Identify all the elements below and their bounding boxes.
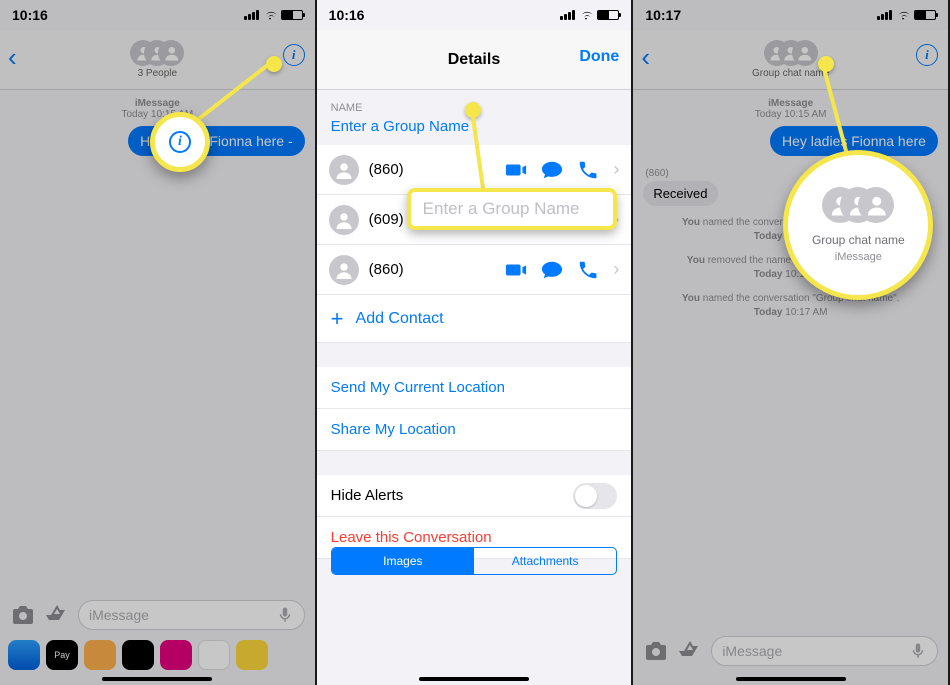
phone-icon[interactable] <box>577 259 599 281</box>
message-meta: iMessageToday 10:15 AM <box>633 98 948 120</box>
battery-icon <box>914 10 936 20</box>
callout-group-header: Group chat name iMessage <box>783 150 933 300</box>
home-indicator[interactable] <box>736 677 846 681</box>
avatar-icon <box>329 255 359 285</box>
chevron-right-icon: › <box>613 159 619 180</box>
contact-row[interactable]: (860) › <box>317 245 632 295</box>
tab-images[interactable]: Images <box>332 548 474 574</box>
video-call-icon[interactable] <box>505 159 527 181</box>
signal-icon <box>243 7 259 23</box>
chevron-right-icon: › <box>613 259 619 280</box>
video-call-icon[interactable] <box>505 259 527 281</box>
info-icon: i <box>169 131 191 153</box>
panel-messages-before: 10:16 ‹ 3 People i iMessageToday 10:15 A… <box>0 0 317 685</box>
apple-pay-icon[interactable]: Pay <box>46 640 78 670</box>
camera-button[interactable] <box>643 638 669 664</box>
avatar-icon <box>329 205 359 235</box>
wifi-icon <box>896 8 910 22</box>
message-input[interactable]: iMessage <box>711 636 938 666</box>
status-bar: 10:17 <box>633 0 948 30</box>
status-time: 10:17 <box>645 7 681 23</box>
input-bar: iMessage <box>633 631 948 671</box>
system-message: You named the conversation "Group chat n… <box>633 292 948 320</box>
received-message[interactable]: Received <box>643 181 717 206</box>
back-button[interactable]: ‹ <box>641 42 650 73</box>
memoji-icon[interactable] <box>84 640 116 670</box>
details-header: Details Done <box>317 30 632 90</box>
contact-number: (860) <box>369 261 496 278</box>
done-button[interactable]: Done <box>579 48 619 66</box>
segmented-control[interactable]: Images Attachments <box>331 547 618 575</box>
message-input[interactable]: iMessage <box>78 600 305 630</box>
hide-alerts-toggle[interactable] <box>573 483 617 509</box>
hide-alerts-row: Hide Alerts <box>317 475 632 517</box>
callout-info-icon: i <box>150 112 210 172</box>
group-label: 3 People <box>138 68 177 79</box>
share-location-button[interactable]: Share My Location <box>317 409 632 451</box>
chat-header: ‹ Group chat name i <box>633 30 948 90</box>
info-button[interactable]: i <box>283 44 305 66</box>
add-contact-button[interactable]: +Add Contact <box>317 295 632 343</box>
callout-label: Enter a Group Name <box>423 199 580 219</box>
avatar-icon <box>329 155 359 185</box>
app-store-icon[interactable] <box>8 640 40 670</box>
music-icon[interactable] <box>198 640 230 670</box>
battery-icon <box>281 10 303 20</box>
panel-details: 10:16 Details Done NAME Enter a Group Na… <box>317 0 634 685</box>
tab-attachments[interactable]: Attachments <box>474 548 616 574</box>
panel-messages-after: 10:17 ‹ Group chat name i iMessageToday … <box>633 0 950 685</box>
images-icon[interactable] <box>160 640 192 670</box>
status-bar: 10:16 <box>0 0 315 30</box>
message-icon[interactable] <box>541 259 563 281</box>
signal-icon <box>876 7 892 23</box>
callout-sub: iMessage <box>835 251 882 263</box>
home-indicator[interactable] <box>419 677 529 681</box>
page-title: Details <box>448 51 500 69</box>
mic-icon[interactable] <box>909 642 927 660</box>
digital-touch-icon[interactable] <box>122 640 154 670</box>
apps-button[interactable] <box>44 602 70 628</box>
back-button[interactable]: ‹ <box>8 42 17 73</box>
app-dock[interactable]: Pay <box>0 639 315 671</box>
home-indicator[interactable] <box>102 677 212 681</box>
info-button[interactable]: i <box>916 44 938 66</box>
group-avatar[interactable] <box>770 40 812 66</box>
callout-group-name-field: Enter a Group Name <box>407 188 617 230</box>
status-bar: 10:16 <box>317 0 632 30</box>
mic-icon[interactable] <box>276 606 294 624</box>
camera-button[interactable] <box>10 602 36 628</box>
send-location-button[interactable]: Send My Current Location <box>317 367 632 409</box>
status-time: 10:16 <box>329 7 365 23</box>
message-meta: iMessageToday 10:15 AM <box>0 98 315 120</box>
battery-icon <box>597 10 619 20</box>
message-icon[interactable] <box>541 159 563 181</box>
wifi-icon <box>579 8 593 22</box>
group-avatar[interactable] <box>136 40 178 66</box>
hide-alerts-label: Hide Alerts <box>331 487 404 504</box>
callout-group-name: Group chat name <box>812 233 905 247</box>
group-avatar-icon <box>831 187 885 223</box>
wifi-icon <box>263 8 277 22</box>
phone-icon[interactable] <box>577 159 599 181</box>
input-bar: iMessage <box>0 595 315 635</box>
apps-button[interactable] <box>677 638 703 664</box>
contact-number: (860) <box>369 161 496 178</box>
group-label: Group chat name <box>752 68 829 79</box>
more-apps-icon[interactable] <box>236 640 268 670</box>
signal-icon <box>559 7 575 23</box>
status-time: 10:16 <box>12 7 48 23</box>
